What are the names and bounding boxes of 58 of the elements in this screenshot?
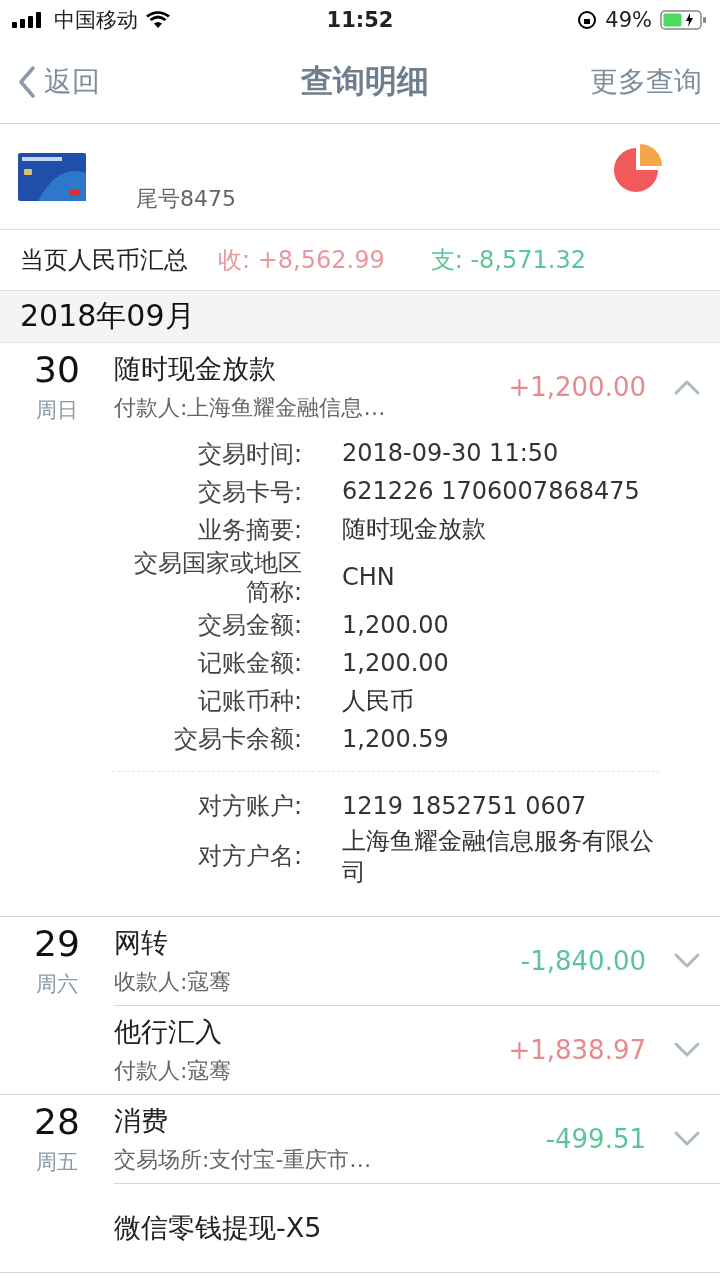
transaction-party: 付款人:上海鱼耀金融信息…: [114, 394, 387, 422]
weekday: 周五: [36, 1148, 78, 1176]
pie-chart-icon[interactable]: [612, 143, 662, 194]
transaction-title[interactable]: 随时现金放款: [114, 351, 509, 387]
carrier: 中国移动: [54, 7, 138, 34]
detail-value: 2018-09-30 11:50: [341, 438, 560, 470]
detail-label: 交易金额:: [196, 611, 303, 640]
collapse-chevron-icon[interactable]: [674, 379, 700, 395]
expense-total: 支: -8,571.32: [430, 245, 586, 276]
transaction-title[interactable]: 微信零钱提现-X5: [114, 1209, 700, 1246]
rotation-lock-icon: [577, 10, 598, 30]
expand-chevron-icon[interactable]: [674, 1041, 700, 1058]
bank-card-icon: [18, 152, 86, 201]
detail-label: 记账金额:: [196, 649, 303, 678]
status-time: 11:52: [326, 8, 394, 32]
battery-icon: [660, 10, 708, 30]
detail-value: 1,200.00: [341, 610, 450, 641]
detail-value: 随时现金放款: [341, 514, 487, 546]
weekday: 周日: [36, 397, 78, 424]
battery-percent: 49%: [605, 8, 652, 32]
expand-chevron-icon[interactable]: [674, 952, 700, 969]
transaction-party: 付款人:寇骞: [114, 1056, 233, 1085]
detail-value: 人民币: [341, 686, 415, 717]
detail-label: 交易时间:: [196, 439, 303, 469]
detail-label: 交易国家或地区简称:: [133, 549, 303, 607]
transaction-party: 交易场所:支付宝-重庆市…: [114, 1145, 373, 1174]
transaction-amount: +1,838.97: [508, 1034, 646, 1065]
transaction-amount: -1,840.00: [520, 945, 646, 976]
transaction-amount: +1,200.00: [508, 372, 646, 402]
weekday: 周六: [36, 970, 78, 998]
day-number: 28: [34, 1100, 80, 1142]
detail-value: 上海鱼耀金融信息服务有限公司: [341, 825, 655, 888]
transaction-party: 收款人:寇骞: [114, 967, 233, 996]
month-header: 2018年09月: [0, 290, 720, 343]
detail-value: 1,200.00: [341, 648, 450, 679]
page-title: 查询明细: [301, 60, 429, 102]
summary-label: 当页人民币汇总: [20, 245, 188, 276]
detail-value: CHN: [341, 562, 396, 594]
back-chevron-icon: [18, 65, 36, 98]
detail-label: 交易卡余额:: [172, 725, 303, 754]
detail-label: 交易卡号:: [196, 477, 303, 507]
expand-chevron-icon[interactable]: [674, 1130, 700, 1147]
detail-value: 1219 1852751 0607: [341, 791, 588, 822]
day-number: 29: [34, 922, 80, 964]
transaction-amount: -499.51: [545, 1123, 646, 1154]
card-tail-number: 尾号8475: [136, 184, 236, 213]
transaction-title[interactable]: 网转: [114, 924, 521, 961]
detail-label: 业务摘要:: [196, 515, 303, 545]
wifi-icon: [146, 11, 170, 29]
transaction-title[interactable]: 消费: [114, 1102, 546, 1139]
transaction-title[interactable]: 他行汇入: [114, 1013, 509, 1050]
detail-label: 记账币种:: [196, 687, 303, 716]
detail-label: 对方账户:: [196, 792, 303, 821]
income-total: 收: +8,562.99: [218, 245, 385, 276]
day-number: 30: [34, 349, 80, 390]
detail-value: 621226 1706007868475: [341, 476, 641, 508]
detail-label: 对方户名:: [196, 842, 303, 872]
detail-value: 1,200.59: [341, 724, 450, 755]
